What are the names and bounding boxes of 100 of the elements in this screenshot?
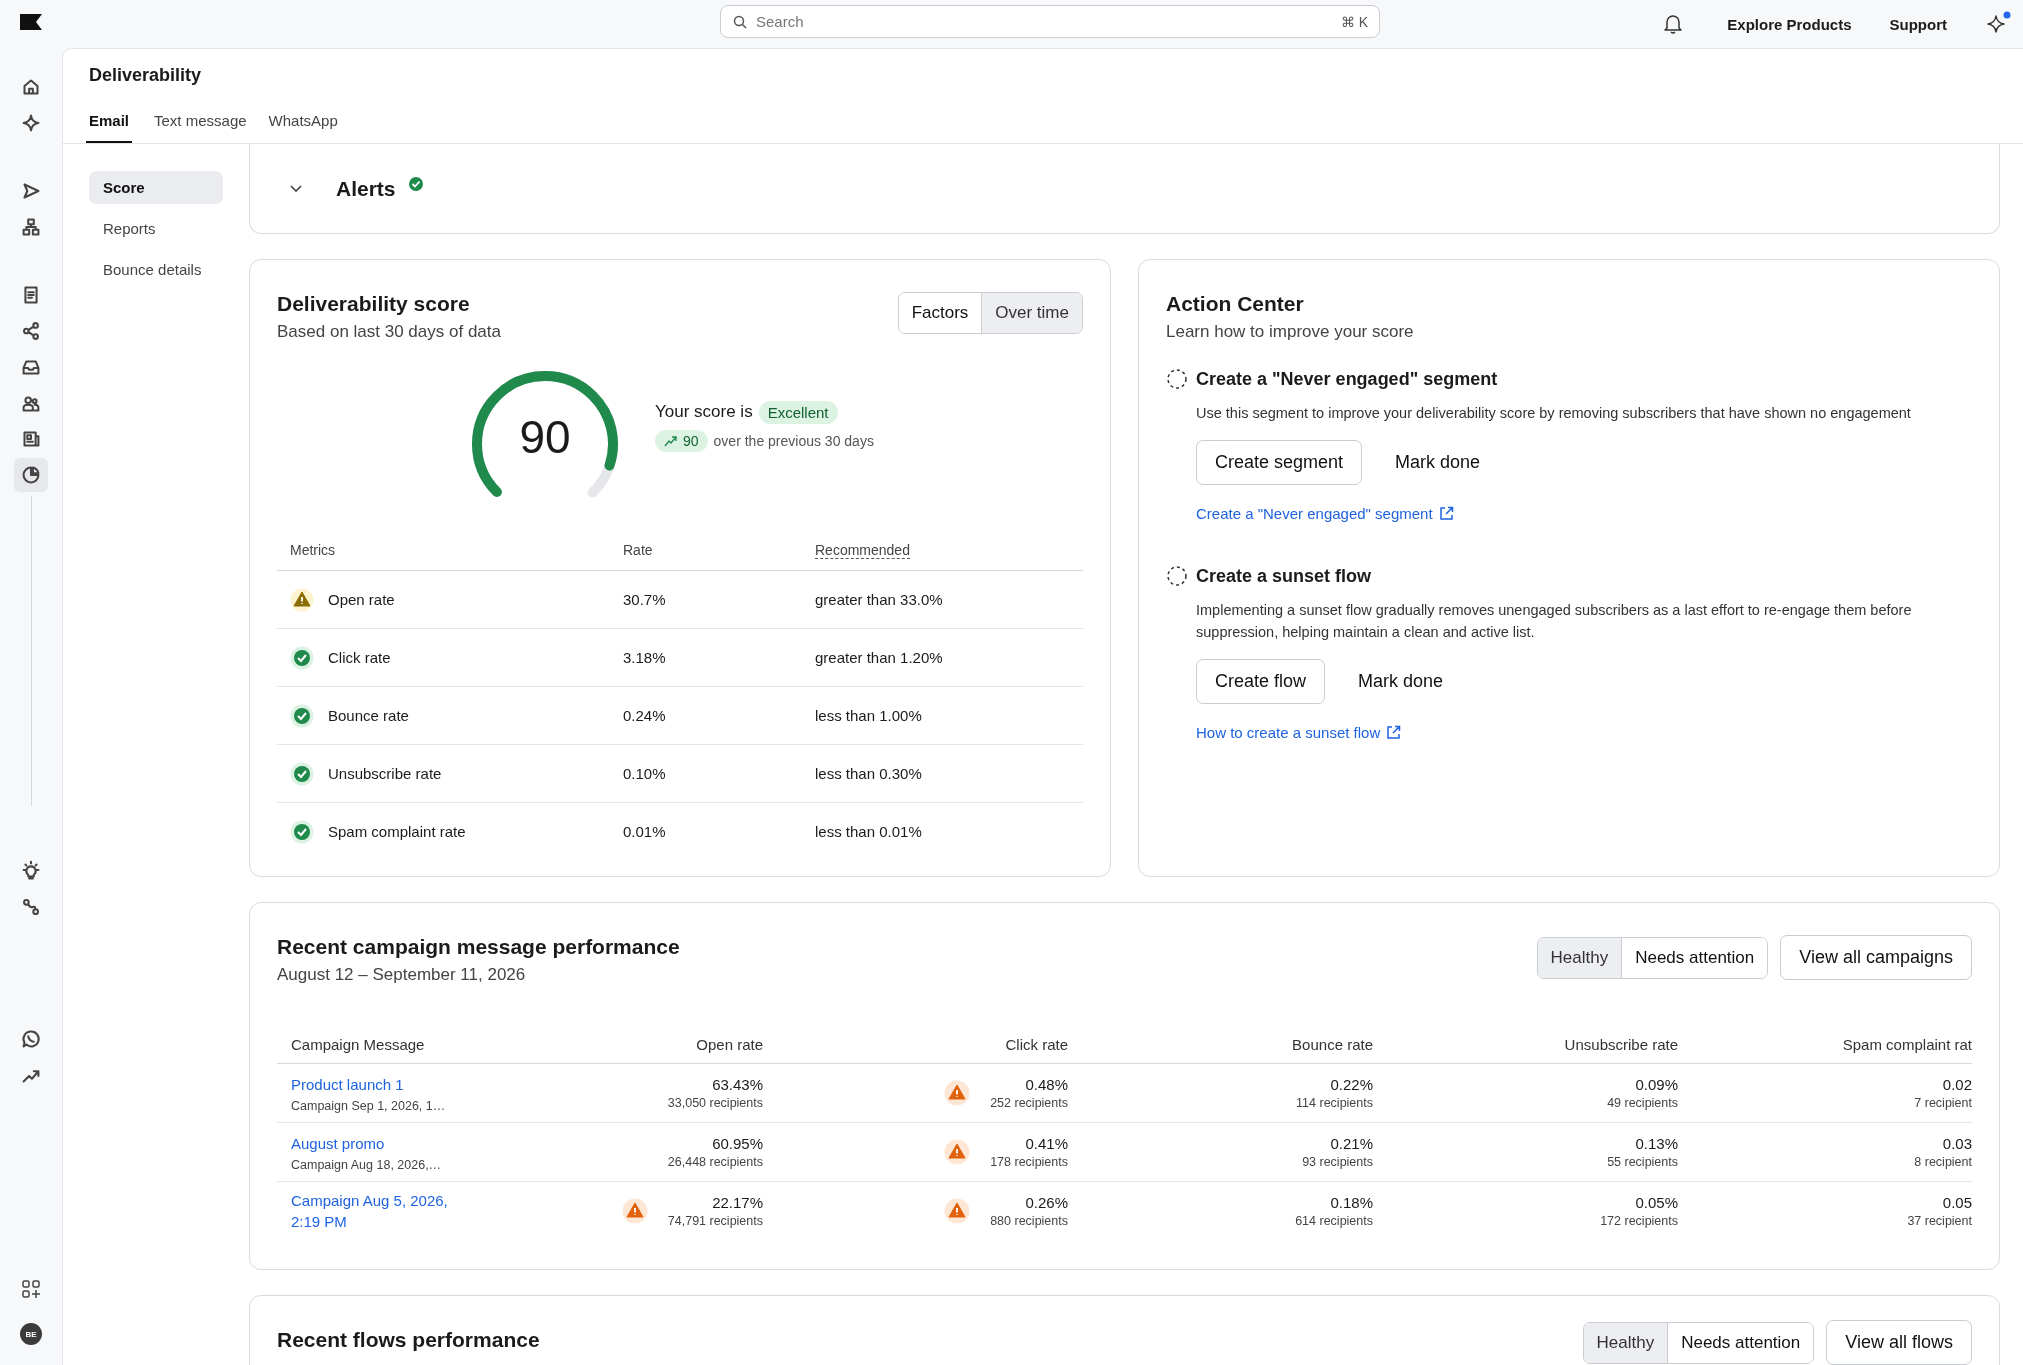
nav-link[interactable]: Explore Products (1727, 15, 1852, 33)
subnav-item[interactable]: Bounce details (89, 253, 223, 286)
rate-value: 0.26% (1025, 1194, 1068, 1211)
column-header: Unsubscribe rate (1564, 1035, 1678, 1053)
campaign-link[interactable]: Campaign Aug 5, 2026, 2:19 PM (291, 1190, 458, 1232)
column-header: Bounce rate (1292, 1035, 1373, 1053)
recipient-count: 880 recipients (990, 1214, 1068, 1228)
table-cell-text: 3.18% (623, 649, 667, 666)
action-title: Create a sunset flow (1196, 565, 1372, 587)
rate-value: 0.48% (1025, 1076, 1068, 1093)
campaign-detail: Campaign Sep 1, 2026, 1… (291, 1098, 447, 1113)
rate-value: 22.17% (712, 1194, 763, 1211)
table-cell-text: less than 0.01% (815, 823, 923, 840)
table-cell-text: 0.01% (623, 823, 667, 840)
rate-value: 0.09% (1635, 1076, 1678, 1093)
score-value: 90 (518, 410, 572, 464)
view-all-button[interactable]: View all campaigns (1780, 935, 1972, 980)
nav-link[interactable]: Support (1889, 15, 1947, 33)
recipient-count: 37 recipient (1907, 1214, 1972, 1228)
pie-icon[interactable] (14, 458, 48, 492)
recipient-count: 7 recipient (1914, 1096, 1972, 1110)
column-header: Spam complaint rat (1842, 1035, 1972, 1053)
rating-badge: Excellent (758, 400, 838, 424)
column-header: Recommended (815, 541, 910, 559)
metric-name: Bounce rate (328, 707, 409, 724)
rate-value: 0.05% (1635, 1194, 1678, 1211)
card-title: Recent campaign message performance (277, 935, 680, 959)
column-header: Open rate (696, 1035, 763, 1053)
external-link-icon[interactable] (1386, 725, 1402, 740)
recipient-count: 252 recipients (990, 1096, 1068, 1110)
external-link-icon[interactable] (1438, 506, 1454, 521)
subnav-item[interactable]: Reports (89, 212, 223, 245)
rate-value: 0.21% (1330, 1135, 1373, 1152)
metric-name: Open rate (328, 591, 395, 608)
table-cell-text: greater than 1.20% (815, 649, 944, 666)
recipient-count: 26,448 recipients (667, 1155, 763, 1169)
page-title: Deliverability (89, 65, 203, 86)
tab[interactable]: WhatsApp (268, 112, 338, 143)
action-title: Create a "Never engaged" segment (1196, 368, 1498, 390)
user-avatar[interactable]: BE (20, 1323, 42, 1345)
rate-value: 0.41% (1025, 1135, 1068, 1152)
recipient-count: 93 recipients (1302, 1155, 1373, 1169)
tab[interactable]: Email (86, 112, 133, 143)
recipient-count: 8 recipient (1914, 1155, 1972, 1169)
view-all-button[interactable]: View all flows (1826, 1320, 1972, 1365)
rate-value: 0.05 (1942, 1194, 1972, 1211)
recipient-count: 172 recipients (1600, 1214, 1678, 1228)
subnav-item[interactable]: Score (89, 171, 223, 204)
apps-icon[interactable] (21, 1279, 41, 1299)
rate-value: 0.18% (1330, 1194, 1373, 1211)
card-subtitle: Based on last 30 days of data (277, 322, 501, 342)
campaign-link[interactable]: August promo (291, 1132, 458, 1154)
recipient-count: 614 recipients (1295, 1214, 1373, 1228)
segment-button[interactable]: Healthy (1537, 937, 1622, 978)
rate-value: 0.22% (1330, 1076, 1373, 1093)
table-cell-text: less than 0.30% (815, 765, 923, 782)
trend-text: over the previous 30 days (713, 432, 874, 449)
metric-name: Unsubscribe rate (328, 765, 442, 782)
segment-button[interactable]: Needs attention (1621, 937, 1768, 978)
table-cell-text: 30.7% (623, 591, 667, 608)
primary-button[interactable]: Create segment (1196, 440, 1363, 485)
recipient-count: 55 recipients (1607, 1155, 1678, 1169)
score-label: Your score is (655, 402, 753, 422)
help-link[interactable]: How to create a sunset flow (1196, 724, 1381, 741)
tab[interactable]: Text message (154, 112, 247, 143)
recipient-count: 74,791 recipients (667, 1214, 763, 1228)
recipient-count: 178 recipients (990, 1155, 1068, 1169)
card-title: Action Center (1166, 292, 1305, 316)
segment-button[interactable]: Over time (981, 293, 1082, 333)
campaign-link[interactable]: Product launch 1 (291, 1073, 458, 1095)
help-link[interactable]: Create a "Never engaged" segment (1196, 505, 1433, 522)
table-cell-text: less than 1.00% (815, 707, 923, 724)
shortcut-hint: ⌘ K (1340, 14, 1368, 30)
logo-icon[interactable] (20, 14, 42, 30)
metric-name: Spam complaint rate (328, 823, 466, 840)
campaign-detail: Campaign Aug 18, 2026,… (291, 1157, 443, 1172)
recipient-count: 33,050 recipients (667, 1096, 763, 1110)
card-title: Recent flows performance (277, 1328, 540, 1352)
card-subtitle: Learn how to improve your score (1166, 322, 1415, 342)
bell-icon[interactable] (1663, 13, 1684, 35)
card-title: Deliverability score (277, 292, 471, 316)
table-cell-text: 0.10% (623, 765, 667, 782)
rate-value: 60.95% (712, 1135, 763, 1152)
column-header: Campaign Message (291, 1035, 426, 1053)
date-range: August 12 – September 11, 2026 (277, 965, 527, 985)
rate-value: 0.03 (1942, 1135, 1972, 1152)
recipient-count: 114 recipients (1296, 1096, 1373, 1110)
column-header: Click rate (1005, 1035, 1068, 1053)
primary-button[interactable]: Create flow (1196, 659, 1326, 704)
trend-badge: 90 (655, 429, 708, 452)
segment-button[interactable]: Healthy (1583, 1322, 1668, 1363)
table-cell-text: greater than 33.0% (815, 591, 944, 608)
action-description: Implementing a sunset flow gradually removes unengaged subscribers as a last effort to re-engage them before suppression, helping maintain a clean and active list. (1196, 601, 1913, 642)
table-cell-text: 0.24% (623, 707, 667, 724)
segment-button[interactable]: Needs attention (1667, 1322, 1814, 1363)
rate-value: 0.02 (1942, 1076, 1972, 1093)
column-header: Metrics (290, 542, 337, 558)
action-description: Use this segment to improve your deliverability score by removing subscribers that have shown no engagement (1196, 404, 1912, 423)
rate-value: 63.43% (712, 1076, 763, 1093)
alerts-title: Alerts (336, 176, 396, 201)
